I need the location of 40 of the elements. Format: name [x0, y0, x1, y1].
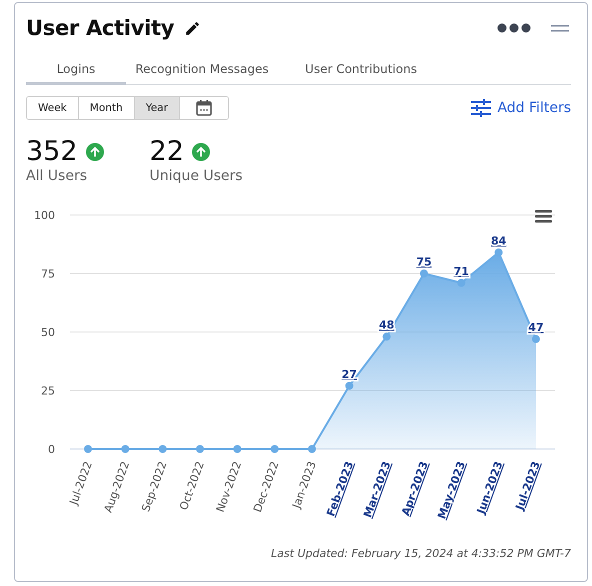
period-button[interactable]: Week [27, 97, 79, 119]
trend-up-icon [192, 142, 210, 160]
data-label[interactable]: 71 [454, 264, 469, 278]
tab[interactable]: User Contributions [286, 57, 436, 85]
add-filters-link[interactable]: Add Filters [471, 99, 571, 117]
data-label[interactable]: 27 [342, 368, 357, 381]
y-axis-label: 0 [48, 443, 55, 456]
y-axis-label: 75 [41, 268, 55, 280]
data-point [345, 382, 354, 390]
last-updated-text: Last Updated: February 15, 2024 at 4:33:52 PM GMT-7 [270, 547, 571, 560]
period-button[interactable]: Year [134, 97, 180, 119]
stat-label: Unique Users [150, 168, 243, 184]
data-point [532, 335, 540, 344]
y-axis-label: 25 [41, 384, 55, 398]
drag-handle-icon[interactable] [551, 24, 569, 32]
data-point [270, 445, 279, 453]
data-point [196, 445, 204, 453]
menu-icon[interactable] [535, 210, 552, 223]
sliders-icon [471, 99, 492, 117]
calendar-icon [194, 99, 213, 117]
trend-up-icon [86, 142, 104, 160]
stat-value: 22 [150, 136, 184, 167]
tab[interactable]: Recognition Messages [126, 57, 278, 85]
tab[interactable]: Logins [26, 57, 126, 85]
y-axis-label: 100 [34, 209, 55, 222]
data-point [457, 278, 466, 287]
data-point [233, 445, 242, 453]
data-point [494, 248, 503, 256]
data-point [420, 270, 428, 278]
more-icon[interactable] [497, 23, 531, 33]
data-point [158, 445, 167, 453]
data-point [382, 332, 391, 341]
data-point [84, 445, 92, 453]
widget-title: User Activity [26, 16, 174, 40]
data-point [121, 445, 130, 453]
stat-value: 352 [26, 136, 78, 167]
pencil-icon[interactable] [184, 20, 202, 36]
y-axis-label: 50 [41, 326, 55, 339]
stat-label: All Users [26, 168, 88, 184]
data-point [308, 445, 316, 453]
